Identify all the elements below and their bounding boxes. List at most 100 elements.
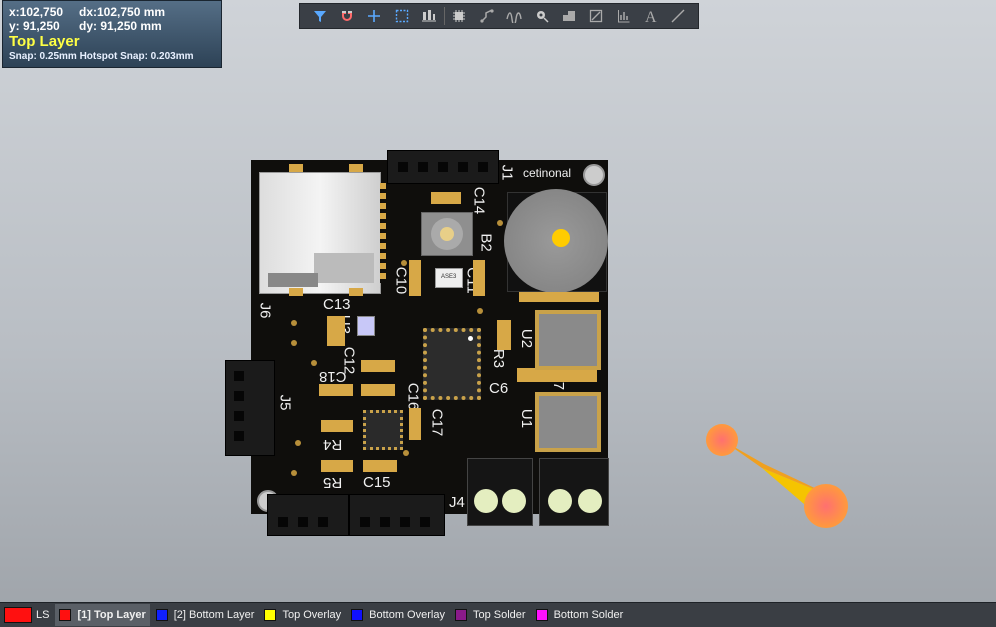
layer-tab-bar: LS [1] Top Layer [2] Bottom Layer Top Ov… [0, 602, 996, 627]
label-c17: C17 [428, 408, 446, 437]
layer-tab-bottom-overlay[interactable]: Bottom Overlay [347, 604, 449, 626]
view-orientation-indicator [706, 424, 848, 528]
layer-set-indicator[interactable]: LS [4, 607, 49, 623]
layer-color-swatch [264, 609, 277, 621]
layer-color-swatch [454, 609, 467, 621]
layer-tab-bottom-solder[interactable]: Bottom Solder [532, 604, 628, 626]
via [401, 260, 407, 266]
label-r5: R5 [323, 474, 343, 491]
mounting-hole [583, 164, 605, 186]
via [403, 450, 409, 456]
layer-color-swatch [155, 609, 168, 621]
layer-tab-label: Top Solder [472, 609, 526, 621]
smd-pad [327, 316, 345, 346]
header-j5 [225, 360, 275, 456]
current-layer-swatch [4, 607, 32, 623]
component-icon[interactable] [446, 5, 473, 27]
mcu-chip [423, 328, 481, 400]
route-icon[interactable] [473, 5, 500, 27]
line-icon[interactable] [665, 5, 692, 27]
terminal-block-right [539, 458, 609, 526]
header-j1 [387, 150, 499, 184]
regulator-u1 [535, 392, 601, 452]
label-c6: C6 [489, 380, 509, 397]
layer-tab-label: Top Overlay [282, 609, 342, 621]
ic-marking: ASE3 [441, 274, 457, 280]
layer-tab-top-overlay[interactable]: Top Overlay [260, 604, 345, 626]
snap-info: Snap: 0.25mm Hotspot Snap: 0.203mm [9, 51, 194, 62]
layer-tab-top-solder[interactable]: Top Solder [451, 604, 530, 626]
smd-pad [361, 384, 395, 396]
chart-icon[interactable] [610, 5, 637, 27]
label-r3: R3 [490, 348, 508, 369]
layer-tab-label: Bottom Solder [553, 609, 624, 621]
terminal-block-left [467, 458, 533, 526]
label-c18: C18 [319, 368, 347, 385]
polygon-icon[interactable] [555, 5, 582, 27]
via [295, 440, 301, 446]
smd-pad [519, 292, 599, 302]
label-c15: C15 [363, 474, 391, 491]
via [291, 470, 297, 476]
ls-label: LS [36, 609, 50, 621]
layer-color-swatch [59, 609, 72, 621]
svg-text:A: A [645, 9, 657, 23]
qfn-chip [363, 410, 403, 450]
label-j5: J5 [276, 394, 294, 411]
toolbar-separator [443, 7, 445, 25]
layer-color-swatch [535, 609, 548, 621]
dy-coordinate: dy: 91,250 mm [79, 19, 162, 33]
layer-tab-label: [1] Top Layer [77, 609, 146, 621]
sd-card-holder [259, 172, 386, 294]
smd-pad [473, 260, 485, 296]
crystal: ASE3 [435, 268, 463, 288]
smd-pad [409, 260, 421, 296]
via [291, 340, 297, 346]
smd-pad [517, 368, 597, 382]
dx-coordinate: dx:102,750 mm [79, 5, 166, 19]
active-bar-toolbar: A [299, 3, 699, 29]
label-r4: R4 [323, 436, 343, 453]
pcb-board[interactable]: J1 cetinonal C14 B2 C10 C11 ASE3 C13 U3 … [225, 150, 609, 536]
label-j6: J6 [256, 302, 274, 319]
sd-pad [349, 164, 363, 172]
label-c14: C14 [470, 186, 488, 215]
smd-pad [431, 192, 461, 204]
magnet-icon[interactable] [333, 5, 360, 27]
smd-pad [409, 408, 421, 440]
label-c10: C10 [392, 266, 410, 295]
label-c13: C13 [323, 296, 351, 313]
smd-pad [319, 384, 353, 396]
smd-pad [321, 460, 353, 472]
via [311, 360, 317, 366]
via-icon[interactable] [528, 5, 555, 27]
label-j4: J4 [449, 494, 465, 511]
via [497, 220, 503, 226]
layer-tab-top-layer[interactable]: [1] Top Layer [55, 604, 150, 626]
current-layer: Top Layer [9, 33, 80, 50]
cross-icon[interactable] [361, 5, 388, 27]
x-coordinate: x:102,750 [9, 5, 64, 19]
via [477, 308, 483, 314]
label-u1: U1 [518, 408, 536, 429]
layer-tab-label: [2] Bottom Layer [173, 609, 255, 621]
y-coordinate: y: 91,250 [9, 19, 60, 33]
regulator-u2 [535, 310, 601, 370]
interactive-route-icon[interactable] [501, 5, 528, 27]
logo-text: cetinonal [523, 166, 572, 180]
region-icon[interactable] [583, 5, 610, 27]
sd-pad [289, 288, 303, 296]
select-rect-icon[interactable] [388, 5, 415, 27]
coordinate-hud: x:102,750 dx:102,750 mm y: 91,250 dy: 91,2… [2, 0, 222, 68]
layer-color-swatch [351, 609, 364, 621]
layer-tab-bottom-layer[interactable]: [2] Bottom Layer [152, 604, 259, 626]
tactile-switch [421, 212, 473, 256]
label-j1: J1 [498, 164, 516, 181]
sd-pad [349, 288, 363, 296]
sd-pad [289, 164, 303, 172]
header-bottom-left [267, 494, 349, 536]
align-icon[interactable] [415, 5, 442, 27]
smd-pad [361, 360, 395, 372]
filter-icon[interactable] [306, 5, 333, 27]
text-icon[interactable]: A [637, 5, 664, 27]
